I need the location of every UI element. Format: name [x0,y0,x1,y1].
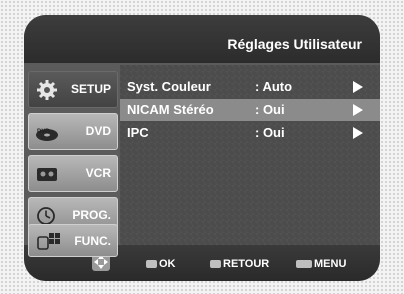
page-title: Réglages Utilisateur [227,36,362,52]
sidebar-item-label: PROG. [72,208,111,222]
sidebar-item-label: VCR [85,166,111,180]
back-hint: RETOUR [210,258,269,270]
header-bar: Réglages Utilisateur [24,15,380,63]
menu-row-nicam-stereo[interactable]: NICAM Stéréo : Oui [120,99,380,121]
sidebar-item-setup[interactable]: SETUP [28,71,118,108]
menu-row-color-system[interactable]: Syst. Couleur : Auto [120,76,380,98]
sidebar-item-label: DVD [85,124,111,138]
back-label: RETOUR [223,258,270,270]
arrow-right-icon [353,81,363,93]
row-value: : Oui [255,125,285,140]
dvd-disc-icon: DVD [36,129,58,141]
sidebar: SETUP DVD DVD VCR PROG. [24,65,120,245]
hand-pointer-icon [37,233,60,250]
menu-label: MENU [314,258,347,270]
arrow-right-icon [353,104,363,116]
row-value: : Oui [255,102,285,117]
ok-hint: OK [146,258,176,270]
sidebar-item-dvd[interactable]: DVD DVD [28,113,118,150]
arrow-right-icon [353,127,363,139]
gear-icon [37,80,57,100]
row-label: NICAM Stéréo [127,102,214,117]
menu-row-ipc[interactable]: IPC : Oui [120,122,380,144]
menu-button-icon [296,260,312,269]
sidebar-item-label: FUNC. [74,234,111,248]
vcr-tape-icon [37,168,57,181]
menu-hint: MENU [296,258,346,270]
ok-label: OK [159,258,176,270]
return-button-icon [210,260,221,269]
row-label: IPC [127,125,149,140]
sidebar-item-func-visible[interactable]: FUNC. [28,224,118,257]
sidebar-item-vcr[interactable]: VCR [28,155,118,192]
ok-button-icon [146,260,157,269]
sidebar-item-label: SETUP [70,82,111,96]
svg-text:DVD: DVD [37,129,50,135]
row-value: : Auto [255,79,293,94]
row-label: Syst. Couleur [127,79,211,94]
